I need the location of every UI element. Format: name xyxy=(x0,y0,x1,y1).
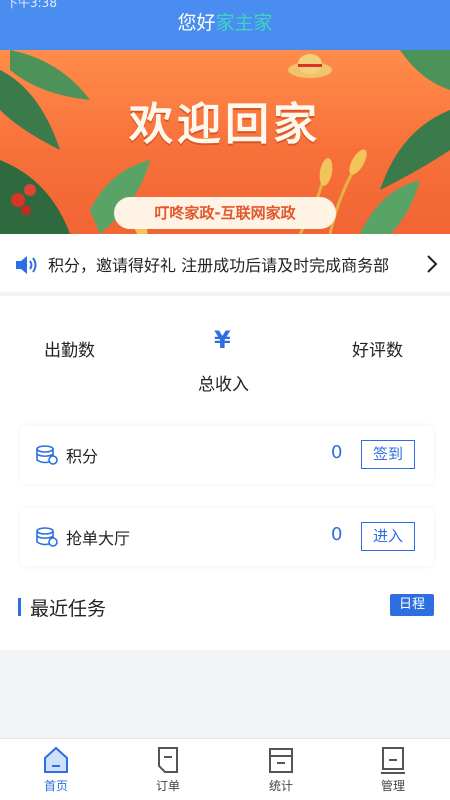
database-icon xyxy=(36,445,58,465)
enter-button[interactable]: 进入 xyxy=(361,522,415,551)
tab-home-label: 首页 xyxy=(43,779,68,793)
order-hall-card: 抢单大厅 0 进入 xyxy=(0,496,450,578)
total-income-label: 总收入 xyxy=(198,375,249,395)
banner-subtitle: 叮咚家政-互联网家政 xyxy=(114,197,336,229)
notice-text: 积分，邀请得好礼 注册成功后请及时完成商务部 xyxy=(48,256,390,275)
order-hall-value: 0 xyxy=(331,524,343,545)
tab-orders-label: 订单 xyxy=(155,779,180,793)
chevron-right-icon[interactable] xyxy=(425,253,439,275)
stats-panel: 出勤数 ¥ 总收入 好评数 xyxy=(0,296,450,414)
speaker-icon xyxy=(16,256,37,274)
greeting-title: 您好家主家 xyxy=(0,8,450,35)
points-card: 积分 0 签到 xyxy=(0,414,450,496)
good-reviews-label: 好评数 xyxy=(352,341,403,361)
home-icon xyxy=(44,746,68,773)
points-row: 积分 0 签到 xyxy=(20,426,434,484)
section-accent-bar xyxy=(18,598,21,616)
checkin-button[interactable]: 签到 xyxy=(361,440,415,469)
currency-symbol: ¥ xyxy=(214,326,231,354)
tab-orders[interactable]: 订单 xyxy=(128,745,208,800)
order-hall-label: 抢单大厅 xyxy=(66,529,131,548)
greeting-text: 您好 xyxy=(177,12,216,34)
tab-manage-label: 管理 xyxy=(380,779,405,793)
bottom-tab-bar: 首页 订单 统计 管理 xyxy=(0,738,450,800)
order-hall-row: 抢单大厅 0 进入 xyxy=(20,508,434,566)
user-name: 家主家 xyxy=(215,12,273,34)
order-icon xyxy=(158,747,178,773)
attendance-label: 出勤数 xyxy=(44,341,95,361)
tab-stats-label: 统计 xyxy=(268,779,293,793)
notice-bar[interactable]: 积分，邀请得好礼 注册成功后请及时完成商务部 xyxy=(0,234,450,292)
tab-manage[interactable]: 管理 xyxy=(353,745,433,800)
recent-tasks-title: 最近任务 xyxy=(30,598,107,620)
welcome-banner[interactable]: 欢迎回家 叮咚家政-互联网家政 xyxy=(0,50,450,234)
recent-tasks-section: 最近任务 日程 xyxy=(0,578,450,650)
schedule-button[interactable]: 日程 xyxy=(390,594,434,616)
points-label: 积分 xyxy=(66,447,99,466)
points-value: 0 xyxy=(331,442,343,463)
stats-icon xyxy=(269,748,293,773)
title-bar: 下午3:38 您好家主家 xyxy=(0,0,450,50)
tab-home[interactable]: 首页 xyxy=(16,745,96,800)
database-icon xyxy=(36,527,58,547)
tab-stats[interactable]: 统计 xyxy=(241,745,321,800)
manage-icon xyxy=(381,747,405,774)
banner-title: 欢迎回家 xyxy=(129,99,321,150)
